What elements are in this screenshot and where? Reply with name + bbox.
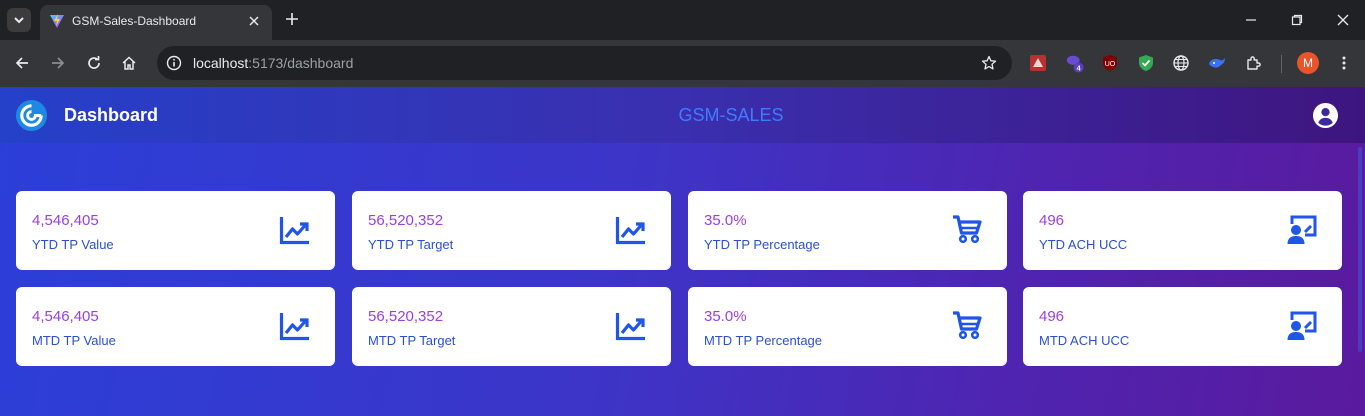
kpi-label: MTD TP Percentage xyxy=(704,333,823,348)
new-tab-button[interactable] xyxy=(283,10,301,28)
account-icon[interactable] xyxy=(1312,102,1339,129)
star-icon xyxy=(981,55,997,70)
restore-icon xyxy=(1291,14,1303,26)
reload-icon xyxy=(88,56,100,69)
profile-button[interactable]: M xyxy=(1297,52,1319,74)
trending-up-icon xyxy=(279,213,311,245)
profile-initial: M xyxy=(1303,56,1313,70)
presenter-icon xyxy=(1286,213,1318,245)
kpi-card[interactable]: 56,520,352 MTD TP Target xyxy=(352,287,671,366)
url-host: localhost xyxy=(193,55,249,71)
restore-button[interactable] xyxy=(1287,10,1307,30)
trending-up-icon xyxy=(615,309,647,341)
kpi-value: 35.0% xyxy=(704,212,747,229)
plus-icon xyxy=(286,13,298,25)
kpi-card[interactable]: 56,520,352 YTD TP Target xyxy=(352,191,671,270)
browser-menu-button[interactable] xyxy=(1334,53,1354,73)
extension-1[interactable] xyxy=(1028,53,1048,73)
tab-close-button[interactable] xyxy=(246,13,262,29)
minimize-icon xyxy=(1246,19,1256,21)
home-icon xyxy=(122,56,136,70)
extension-2[interactable]: 4 xyxy=(1065,53,1085,73)
kpi-card[interactable]: 496 MTD ACH UCC xyxy=(1023,287,1342,366)
page-title: Dashboard xyxy=(64,105,159,125)
ublock-icon: UO xyxy=(1103,55,1117,71)
brand-wrapper: GSM-SALES xyxy=(0,105,1365,126)
browser-toolbar: localhost:5173/dashboard 4 UO M xyxy=(0,40,1365,87)
forward-button[interactable] xyxy=(47,52,69,74)
tab-title: GSM-Sales-Dashboard xyxy=(72,14,197,28)
shield-check-icon xyxy=(1139,55,1153,71)
kpi-value: 496 xyxy=(1039,212,1065,229)
kpi-label: YTD ACH UCC xyxy=(1039,237,1128,252)
kpi-label: MTD ACH UCC xyxy=(1039,333,1130,348)
kpi-value: 56,520,352 xyxy=(368,308,444,325)
url-text: localhost:5173/dashboard xyxy=(193,55,353,71)
extension-4[interactable] xyxy=(1136,53,1156,73)
kpi-card[interactable]: 4,546,405 YTD TP Value xyxy=(16,191,335,270)
extension-red-icon xyxy=(1030,55,1046,71)
kpi-value: 4,546,405 xyxy=(32,212,99,229)
trending-up-icon xyxy=(279,309,311,341)
close-icon xyxy=(1337,14,1349,26)
arrow-left-icon xyxy=(15,57,28,69)
extension-badge: 4 xyxy=(1077,63,1081,72)
kpi-card[interactable]: 4,546,405 MTD TP Value xyxy=(16,287,335,366)
kpi-value: 4,546,405 xyxy=(32,308,99,325)
more-vertical-icon xyxy=(1342,56,1346,70)
kpi-card[interactable]: 496 YTD ACH UCC xyxy=(1023,191,1342,270)
kpi-card[interactable]: 35.0% YTD TP Percentage xyxy=(688,191,1007,270)
extension-purple-icon: 4 xyxy=(1066,55,1084,73)
site-info-button[interactable] xyxy=(165,54,183,72)
extension-3[interactable]: UO xyxy=(1100,53,1120,73)
cart-icon xyxy=(951,309,983,341)
kpi-value: 496 xyxy=(1039,308,1065,325)
address-bar[interactable]: localhost:5173/dashboard xyxy=(157,46,1012,80)
browser-tabstrip: GSM-Sales-Dashboard xyxy=(0,0,1365,40)
kpi-label: YTD TP Value xyxy=(32,237,114,252)
svg-text:UO: UO xyxy=(1105,61,1116,68)
presenter-icon xyxy=(1286,309,1318,341)
kpi-label: MTD TP Target xyxy=(368,333,456,348)
kpi-label: MTD TP Value xyxy=(32,333,116,348)
kpi-value: 56,520,352 xyxy=(368,212,444,229)
kpi-label: YTD TP Target xyxy=(368,237,454,252)
back-button[interactable] xyxy=(11,52,33,74)
close-icon xyxy=(249,16,259,26)
close-window-button[interactable] xyxy=(1333,10,1353,30)
kpi-card[interactable]: 35.0% MTD TP Percentage xyxy=(688,287,1007,366)
app-header: Dashboard GSM-SALES xyxy=(0,87,1365,143)
reload-button[interactable] xyxy=(83,52,105,74)
vite-logo-icon xyxy=(50,14,64,28)
kpi-label: YTD TP Percentage xyxy=(704,237,820,252)
bookmark-button[interactable] xyxy=(980,54,998,72)
brand-name: GSM-SALES xyxy=(678,105,784,125)
tab-search-button[interactable] xyxy=(7,8,31,32)
browser-tab[interactable]: GSM-Sales-Dashboard xyxy=(40,5,272,40)
page-scrollbar[interactable] xyxy=(1358,147,1362,352)
extension-6[interactable] xyxy=(1207,53,1227,73)
extensions-menu-button[interactable] xyxy=(1244,53,1264,73)
dashboard-page: Dashboard GSM-SALES 4,546,405 YTD TP Valu… xyxy=(0,87,1365,416)
extension-5[interactable] xyxy=(1171,53,1191,73)
trending-up-icon xyxy=(615,213,647,245)
kpi-value: 35.0% xyxy=(704,308,747,325)
minimize-button[interactable] xyxy=(1241,10,1261,30)
info-icon xyxy=(166,55,182,71)
puzzle-icon xyxy=(1247,56,1261,70)
globe-icon xyxy=(1173,55,1189,71)
chevron-down-icon xyxy=(14,17,24,24)
url-path: :5173/dashboard xyxy=(248,55,354,71)
app-logo-icon[interactable] xyxy=(15,99,48,132)
toolbar-divider xyxy=(1281,55,1282,73)
cart-icon xyxy=(951,213,983,245)
home-button[interactable] xyxy=(118,52,140,74)
arrow-right-icon xyxy=(52,57,65,69)
whale-icon xyxy=(1209,58,1225,68)
